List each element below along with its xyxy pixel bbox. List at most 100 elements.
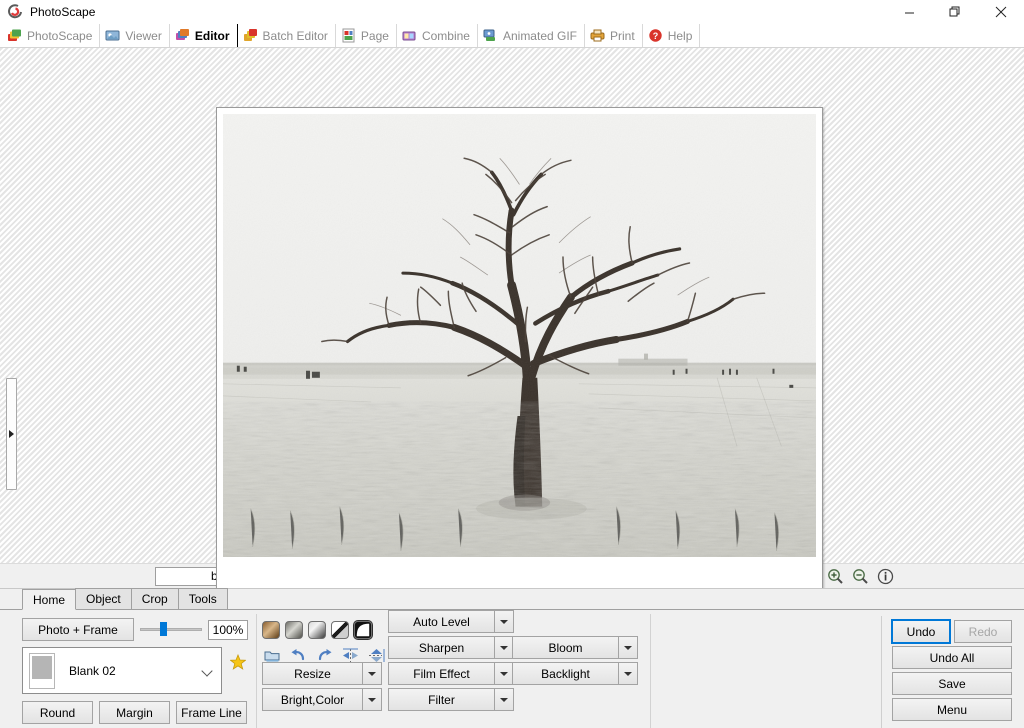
close-icon[interactable] (978, 0, 1024, 24)
tab-label: Object (86, 592, 121, 606)
caret-down-icon (624, 645, 632, 650)
frame-select-value: Blank 02 (69, 663, 116, 678)
panel-divider (256, 614, 257, 728)
undo-button[interactable]: Undo (891, 619, 951, 644)
filter-button[interactable]: Filter (388, 688, 495, 711)
adjust-column-c: Bloom Backlight (512, 636, 638, 688)
photo-frame-button[interactable]: Photo + Frame (22, 618, 134, 641)
expand-right-arrow-icon (9, 430, 14, 438)
gray-gradient-swatch[interactable] (285, 621, 303, 639)
black-white-swatch[interactable] (353, 620, 373, 640)
animated-gif-icon (483, 28, 498, 43)
photoscape-logo-icon (7, 4, 23, 20)
filter-dropdown-arrow[interactable] (495, 688, 514, 711)
sharpen-split-button[interactable]: Sharpen (388, 636, 514, 659)
zoom-in-icon[interactable] (825, 566, 847, 587)
backlight-dropdown-arrow[interactable] (619, 662, 638, 685)
silver-gradient-swatch[interactable] (308, 621, 326, 639)
batch-editor-icon (243, 28, 258, 43)
opacity-value[interactable]: 100% (208, 619, 248, 640)
caret-down-icon (624, 671, 632, 676)
backlight-split-button[interactable]: Backlight (512, 662, 638, 685)
caret-down-icon (500, 645, 508, 650)
resize-split-button[interactable]: Resize (262, 662, 382, 685)
editor-tabs: Home Object Crop Tools (0, 588, 1024, 610)
chevron-down-icon[interactable] (201, 665, 213, 677)
tab-crop[interactable]: Crop (130, 588, 179, 609)
module-tab-label: Editor (194, 28, 230, 43)
module-tab-viewer[interactable]: Viewer (100, 24, 170, 47)
bloom-split-button[interactable]: Bloom (512, 636, 638, 659)
module-tab-label: Viewer (125, 28, 162, 43)
tab-object[interactable]: Object (75, 588, 132, 609)
auto-level-dropdown-arrow[interactable] (495, 610, 514, 633)
module-tab-combine[interactable]: Combine (397, 24, 478, 47)
bright-color-split-button[interactable]: Bright,Color (262, 688, 382, 711)
auto-level-button[interactable]: Auto Level (388, 610, 495, 633)
film-effect-split-button[interactable]: Film Effect (388, 662, 514, 685)
page-icon (341, 28, 356, 43)
editor-canvas[interactable] (0, 48, 1024, 594)
actions-divider (881, 616, 882, 728)
sharpen-button[interactable]: Sharpen (388, 636, 495, 659)
undo-all-button[interactable]: Undo All (892, 646, 1012, 669)
combine-icon (402, 28, 417, 43)
star-icon[interactable] (230, 654, 246, 670)
resize-button[interactable]: Resize (262, 662, 363, 685)
frame-button-row: Round Margin Frame Line (22, 701, 248, 724)
adjust-column-a: Resize Bright,Color (262, 662, 382, 714)
frame-top-row: Photo + Frame 100% (22, 618, 248, 641)
tab-tools[interactable]: Tools (177, 588, 228, 609)
module-tab-label: Combine (421, 28, 470, 43)
editor-bottom-panel: Home Object Crop Tools Photo + Frame 100… (0, 588, 1024, 728)
minimize-icon[interactable] (886, 0, 932, 24)
save-button[interactable]: Save (892, 672, 1012, 695)
panel-divider (650, 614, 651, 728)
opacity-slider[interactable] (140, 618, 202, 641)
frame-line-button[interactable]: Frame Line (176, 701, 247, 724)
module-tab-print[interactable]: Print (585, 24, 643, 47)
module-tab-label: Help (667, 28, 693, 43)
sepia-gradient-swatch[interactable] (262, 621, 280, 639)
caret-down-icon (368, 671, 376, 676)
module-tab-help[interactable]: ? Help (643, 24, 701, 47)
photo-image (223, 114, 816, 557)
margin-button[interactable]: Margin (99, 701, 170, 724)
print-icon (590, 28, 605, 43)
maximize-icon[interactable] (932, 0, 978, 24)
module-tab-photoscape[interactable]: PhotoScape (2, 24, 101, 47)
home-panel-body: Photo + Frame 100% Blank 02 Round Margin… (0, 610, 1024, 728)
diagonal-split-swatch[interactable] (331, 621, 349, 639)
redo-button: Redo (954, 620, 1012, 643)
zoom-out-icon[interactable] (850, 566, 872, 587)
slider-thumb[interactable] (160, 622, 167, 636)
frame-group: Photo + Frame 100% Blank 02 Round Margin… (22, 618, 248, 724)
bright-color-button[interactable]: Bright,Color (262, 688, 363, 711)
module-tab-batch-editor[interactable]: Batch Editor (238, 24, 336, 47)
caret-down-icon (500, 671, 508, 676)
left-panel-expand-handle[interactable] (6, 378, 17, 490)
info-icon[interactable] (875, 566, 897, 587)
round-button[interactable]: Round (22, 701, 93, 724)
backlight-button[interactable]: Backlight (512, 662, 619, 685)
film-effect-button[interactable]: Film Effect (388, 662, 495, 685)
frame-preview-thumbnail (29, 652, 55, 689)
module-tab-editor[interactable]: Editor (170, 24, 238, 47)
menu-button[interactable]: Menu (892, 698, 1012, 721)
bright-color-dropdown-arrow[interactable] (363, 688, 382, 711)
tab-label: Home (33, 592, 66, 607)
frame-select[interactable]: Blank 02 (22, 647, 222, 694)
undo-redo-row: Undo Redo (891, 619, 1012, 644)
framed-photo[interactable] (216, 107, 823, 594)
viewer-icon (105, 28, 120, 43)
auto-level-split-button[interactable]: Auto Level (388, 610, 514, 633)
tab-home[interactable]: Home (22, 589, 77, 610)
module-tab-animated-gif[interactable]: Animated GIF (478, 24, 585, 47)
caret-down-icon (368, 697, 376, 702)
bloom-dropdown-arrow[interactable] (619, 636, 638, 659)
filter-split-button[interactable]: Filter (388, 688, 514, 711)
module-tab-page[interactable]: Page (336, 24, 397, 47)
bloom-button[interactable]: Bloom (512, 636, 619, 659)
caret-down-icon (500, 697, 508, 702)
resize-dropdown-arrow[interactable] (363, 662, 382, 685)
